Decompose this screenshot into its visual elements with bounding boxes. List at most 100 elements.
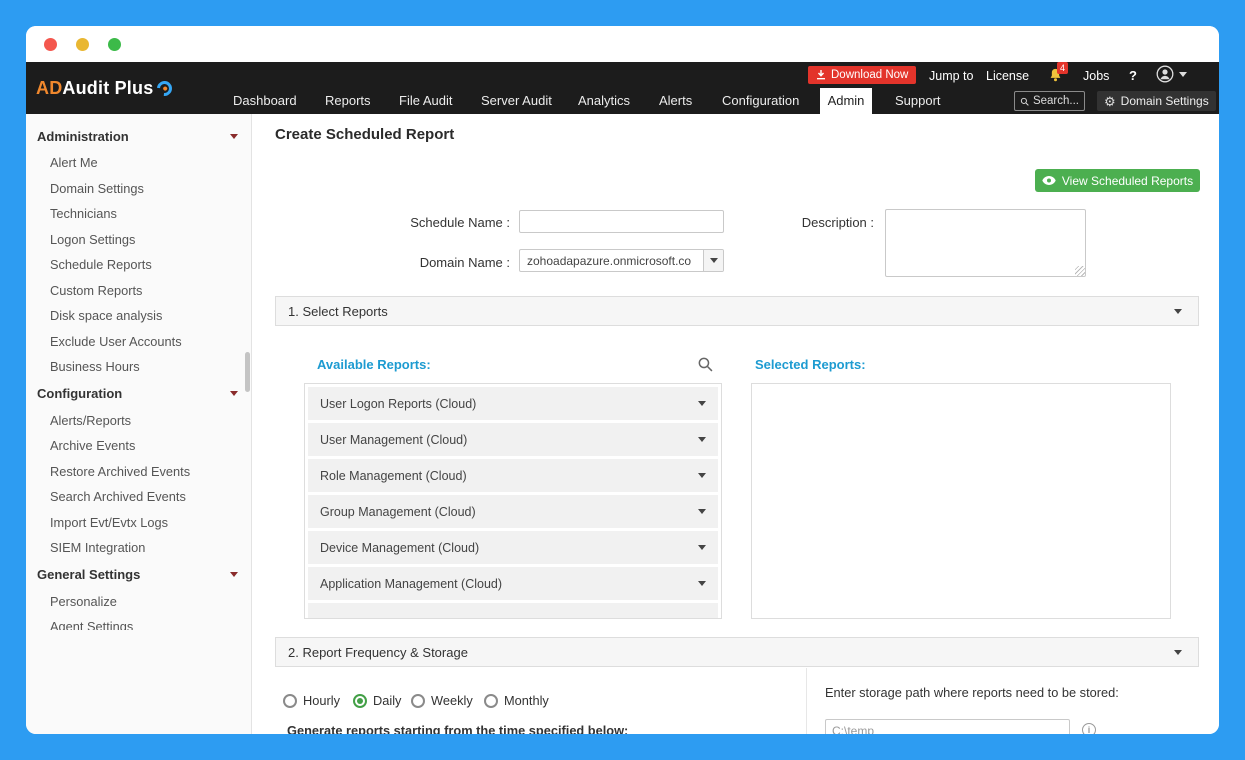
- jobs-link[interactable]: Jobs: [1083, 69, 1109, 83]
- textarea-resize-handle[interactable]: [1075, 266, 1085, 276]
- sidebar-item-archive-events[interactable]: Archive Events: [26, 433, 251, 459]
- sidebar-item-agent-settings[interactable]: Agent Settings: [26, 614, 251, 630]
- jump-to-link[interactable]: Jump to: [929, 69, 973, 83]
- nav-tab-alerts[interactable]: Alerts: [659, 88, 692, 114]
- search-icon: [1020, 97, 1029, 106]
- sidebar-item-custom-reports[interactable]: Custom Reports: [26, 278, 251, 304]
- report-group-application-management[interactable]: Application Management (Cloud): [308, 567, 718, 600]
- nav-tab-admin[interactable]: Admin: [820, 88, 872, 114]
- main-content: Create Scheduled Report View Scheduled R…: [252, 114, 1219, 734]
- user-account-menu[interactable]: [1156, 65, 1187, 83]
- sidebar-item-restore-archived-events[interactable]: Restore Archived Events: [26, 459, 251, 485]
- chevron-down-icon: [230, 572, 238, 577]
- sidebar-item-import-evt-logs[interactable]: Import Evt/Evtx Logs: [26, 510, 251, 536]
- generate-reports-text: Generate reports starting from the time …: [287, 723, 629, 734]
- report-group-label: User Logon Reports (Cloud): [320, 396, 477, 411]
- nav-tab-dashboard[interactable]: Dashboard: [233, 88, 297, 114]
- nav-tab-support[interactable]: Support: [895, 88, 941, 114]
- view-scheduled-reports-label: View Scheduled Reports: [1061, 173, 1194, 188]
- eye-icon: [1042, 176, 1056, 185]
- report-group-row-partial[interactable]: [308, 603, 718, 618]
- sidebar-item-alerts-reports[interactable]: Alerts/Reports: [26, 408, 251, 434]
- frequency-option[interactable]: Weekly: [411, 693, 473, 708]
- radio-icon: [283, 693, 297, 708]
- sidebar-item-schedule-reports[interactable]: Schedule Reports: [26, 252, 251, 278]
- nav-tab-server-audit[interactable]: Server Audit: [481, 88, 552, 114]
- section-select-reports[interactable]: 1. Select Reports: [275, 296, 1199, 326]
- frequency-label: Monthly: [504, 693, 549, 708]
- sidebar-scrollbar[interactable]: [245, 352, 250, 392]
- sidebar-section-general-settings[interactable]: General Settings: [26, 561, 251, 589]
- download-now-button[interactable]: Download Now: [808, 66, 917, 84]
- sidebar-section-administration[interactable]: Administration: [26, 122, 251, 150]
- report-group-label: Group Management (Cloud): [320, 504, 476, 519]
- selected-reports-list: [751, 383, 1171, 619]
- report-search-icon[interactable]: [697, 356, 713, 372]
- sidebar-item-domain-settings[interactable]: Domain Settings: [26, 176, 251, 202]
- view-scheduled-reports-button[interactable]: View Scheduled Reports: [1035, 169, 1200, 192]
- report-group-user-management[interactable]: User Management (Cloud): [308, 423, 718, 456]
- user-avatar-icon: [1156, 65, 1174, 83]
- chevron-down-icon: [1174, 649, 1182, 655]
- sidebar-item-search-archived-events[interactable]: Search Archived Events: [26, 484, 251, 510]
- chevron-down-icon: [698, 437, 706, 442]
- select-caret-button[interactable]: [703, 250, 723, 271]
- nav-tab-analytics[interactable]: Analytics: [578, 88, 630, 114]
- app-logo: AD Audit Plus: [36, 62, 176, 114]
- report-group-role-management[interactable]: Role Management (Cloud): [308, 459, 718, 492]
- sidebar-item-alert-me[interactable]: Alert Me: [26, 150, 251, 176]
- sidebar-item-logon-settings[interactable]: Logon Settings: [26, 227, 251, 253]
- logo-suffix: Audit Plus: [62, 77, 154, 98]
- chevron-down-icon: [230, 391, 238, 396]
- sidebar-item-exclude-user-accounts[interactable]: Exclude User Accounts: [26, 329, 251, 355]
- chevron-down-icon: [698, 545, 706, 550]
- report-group-label: Device Management (Cloud): [320, 540, 480, 555]
- nav-tab-reports[interactable]: Reports: [325, 88, 371, 114]
- report-group-label: Application Management (Cloud): [320, 576, 503, 591]
- section-report-frequency[interactable]: 2. Report Frequency & Storage: [275, 637, 1199, 667]
- report-group-group-management[interactable]: Group Management (Cloud): [308, 495, 718, 528]
- chevron-down-icon: [709, 258, 718, 263]
- maximize-window-button[interactable]: [108, 38, 121, 51]
- notifications-bell-icon[interactable]: 4: [1048, 62, 1069, 86]
- nav-tab-file-audit[interactable]: File Audit: [399, 88, 452, 114]
- nav-tab-configuration[interactable]: Configuration: [722, 88, 799, 114]
- header-search-input[interactable]: Search...: [1014, 91, 1085, 111]
- chevron-down-icon: [698, 509, 706, 514]
- chevron-down-icon: [1174, 308, 1182, 314]
- chevron-down-icon: [230, 133, 238, 139]
- report-group-label: Role Management (Cloud): [320, 468, 467, 483]
- radio-icon: [411, 693, 425, 708]
- info-icon[interactable]: i: [1082, 723, 1096, 734]
- sidebar-item-business-hours[interactable]: Business Hours: [26, 354, 251, 380]
- frequency-option[interactable]: Hourly: [283, 693, 340, 708]
- minimize-window-button[interactable]: [76, 38, 89, 51]
- window-titlebar: [26, 26, 1219, 62]
- sidebar-item-technicians[interactable]: Technicians: [26, 201, 251, 227]
- report-group-user-logon[interactable]: User Logon Reports (Cloud): [308, 387, 718, 420]
- sidebar-scroll-area: Administration Alert Me Domain Settings …: [26, 114, 251, 630]
- domain-name-select[interactable]: zohoadapazure.onmicrosoft.co: [519, 249, 724, 272]
- section-title: Configuration: [37, 386, 123, 401]
- license-link[interactable]: License: [986, 69, 1029, 83]
- gear-icon: ⚙: [1104, 93, 1116, 109]
- domain-name-label: Domain Name :: [419, 255, 510, 270]
- frequency-option[interactable]: Daily: [353, 693, 401, 708]
- sidebar-item-siem-integration[interactable]: SIEM Integration: [26, 535, 251, 561]
- help-icon[interactable]: ?: [1129, 68, 1137, 83]
- frequency-label: Daily: [373, 693, 402, 708]
- sidebar-section-configuration[interactable]: Configuration: [26, 380, 251, 408]
- description-label: Description :: [801, 215, 874, 230]
- frequency-option[interactable]: Monthly: [484, 693, 549, 708]
- description-textarea[interactable]: [885, 209, 1086, 277]
- domain-settings-button[interactable]: ⚙ Domain Settings: [1097, 91, 1216, 111]
- section-title: 1. Select Reports: [288, 303, 388, 319]
- sidebar-item-personalize[interactable]: Personalize: [26, 589, 251, 615]
- schedule-name-input[interactable]: [519, 210, 724, 233]
- domain-name-value: zohoadapazure.onmicrosoft.co: [527, 253, 692, 268]
- report-group-device-management[interactable]: Device Management (Cloud): [308, 531, 718, 564]
- close-window-button[interactable]: [44, 38, 57, 51]
- app-header: AD Audit Plus Download Now Jump to Licens…: [26, 62, 1219, 114]
- storage-path-input[interactable]: [825, 719, 1070, 734]
- sidebar-item-disk-space-analysis[interactable]: Disk space analysis: [26, 303, 251, 329]
